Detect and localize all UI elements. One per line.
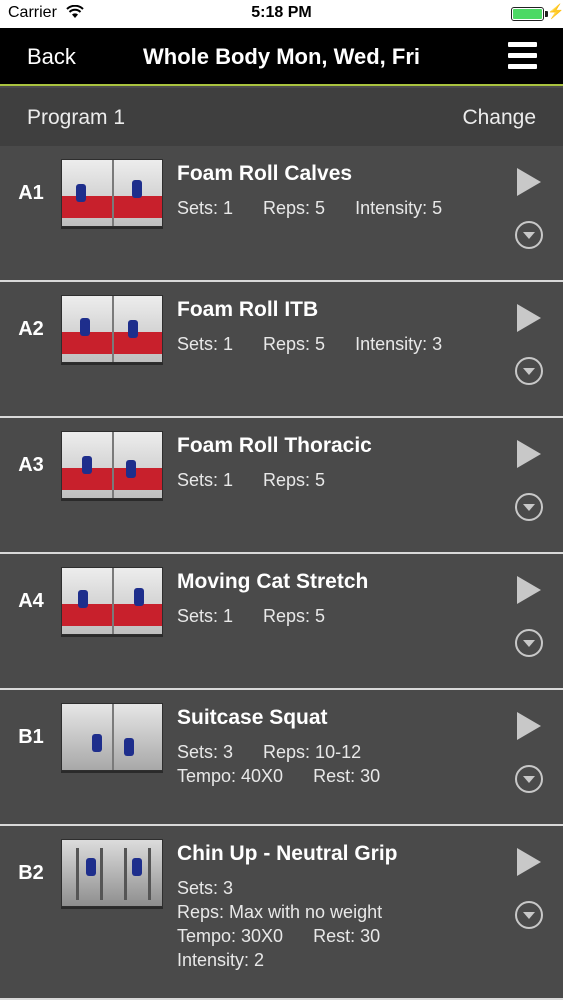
exercise-name: Foam Roll ITB bbox=[177, 298, 319, 321]
exercise-row[interactable]: B2 Chin Up - Neutral Grip Sets: 3 Reps: … bbox=[0, 826, 563, 1000]
exercise-thumbnail[interactable] bbox=[61, 295, 163, 363]
charging-bolt-icon: ⚡ bbox=[547, 3, 563, 19]
exercise-name: Chin Up - Neutral Grip bbox=[177, 842, 398, 865]
exercise-code: A4 bbox=[18, 590, 44, 612]
exercise-row[interactable]: A3 Foam Roll Thoracic Sets: 1 Reps: 5 bbox=[0, 418, 563, 554]
battery-icon bbox=[511, 7, 548, 21]
exercise-code: A1 bbox=[18, 182, 44, 204]
exercise-detail: Sets: 3 Reps: 10-12 bbox=[177, 742, 362, 762]
exercise-thumbnail[interactable] bbox=[61, 567, 163, 635]
exercise-detail: Sets: 1 Reps: 5 bbox=[177, 470, 326, 490]
exercise-row[interactable]: B1 Suitcase Squat Sets: 3 Reps: 10-12 Te… bbox=[0, 690, 563, 826]
program-header: Program 1 Change bbox=[0, 88, 563, 146]
exercise-detail: Sets: 3 bbox=[177, 878, 234, 898]
exercise-detail: Tempo: 30X0 Rest: 30 bbox=[177, 926, 381, 946]
hamburger-menu-icon[interactable] bbox=[508, 42, 537, 70]
exercise-list: A1 Foam Roll Calves Sets: 1 Reps: 5 Inte… bbox=[0, 146, 563, 1000]
play-icon[interactable] bbox=[517, 168, 541, 196]
exercise-name: Foam Roll Calves bbox=[177, 162, 353, 185]
chevron-down-circle-icon[interactable] bbox=[515, 765, 543, 793]
exercise-name: Foam Roll Thoracic bbox=[177, 434, 372, 457]
status-bar: Carrier 5:18 PM ⚡ bbox=[0, 0, 563, 28]
page-title: Whole Body Mon, Wed, Fri bbox=[142, 44, 421, 69]
exercise-code: A2 bbox=[18, 318, 44, 340]
chevron-down-circle-icon[interactable] bbox=[515, 357, 543, 385]
chevron-down-circle-icon[interactable] bbox=[515, 629, 543, 657]
change-program-button[interactable]: Change bbox=[462, 106, 536, 130]
exercise-detail: Intensity: 2 bbox=[177, 950, 265, 970]
exercise-name: Moving Cat Stretch bbox=[177, 570, 369, 593]
exercise-name: Suitcase Squat bbox=[177, 706, 328, 729]
exercise-thumbnail[interactable] bbox=[61, 431, 163, 499]
exercise-row[interactable]: A2 Foam Roll ITB Sets: 1 Reps: 5 Intensi… bbox=[0, 282, 563, 418]
exercise-detail: Tempo: 40X0 Rest: 30 bbox=[177, 766, 381, 786]
play-icon[interactable] bbox=[517, 712, 541, 740]
play-icon[interactable] bbox=[517, 304, 541, 332]
chevron-down-circle-icon[interactable] bbox=[515, 901, 543, 929]
exercise-thumbnail[interactable] bbox=[61, 703, 163, 771]
exercise-row[interactable]: A4 Moving Cat Stretch Sets: 1 Reps: 5 bbox=[0, 554, 563, 690]
program-name: Program 1 bbox=[27, 106, 126, 129]
exercise-thumbnail[interactable] bbox=[61, 839, 163, 907]
status-time: 5:18 PM bbox=[251, 4, 312, 21]
exercise-code: A3 bbox=[18, 454, 44, 476]
navigation-bar: Back Whole Body Mon, Wed, Fri bbox=[0, 28, 563, 86]
exercise-row[interactable]: A1 Foam Roll Calves Sets: 1 Reps: 5 Inte… bbox=[0, 146, 563, 282]
exercise-code: B2 bbox=[18, 862, 44, 884]
exercise-thumbnail[interactable] bbox=[61, 159, 163, 227]
chevron-down-circle-icon[interactable] bbox=[515, 221, 543, 249]
back-button[interactable]: Back bbox=[27, 44, 76, 70]
play-icon[interactable] bbox=[517, 440, 541, 468]
exercise-detail: Reps: Max with no weight bbox=[177, 902, 383, 922]
exercise-detail: Sets: 1 Reps: 5 Intensity: 3 bbox=[177, 334, 443, 354]
exercise-detail: Sets: 1 Reps: 5 bbox=[177, 606, 326, 626]
play-icon[interactable] bbox=[517, 848, 541, 876]
exercise-code: B1 bbox=[18, 726, 44, 748]
exercise-detail: Sets: 1 Reps: 5 Intensity: 5 bbox=[177, 198, 443, 218]
chevron-down-circle-icon[interactable] bbox=[515, 493, 543, 521]
play-icon[interactable] bbox=[517, 576, 541, 604]
